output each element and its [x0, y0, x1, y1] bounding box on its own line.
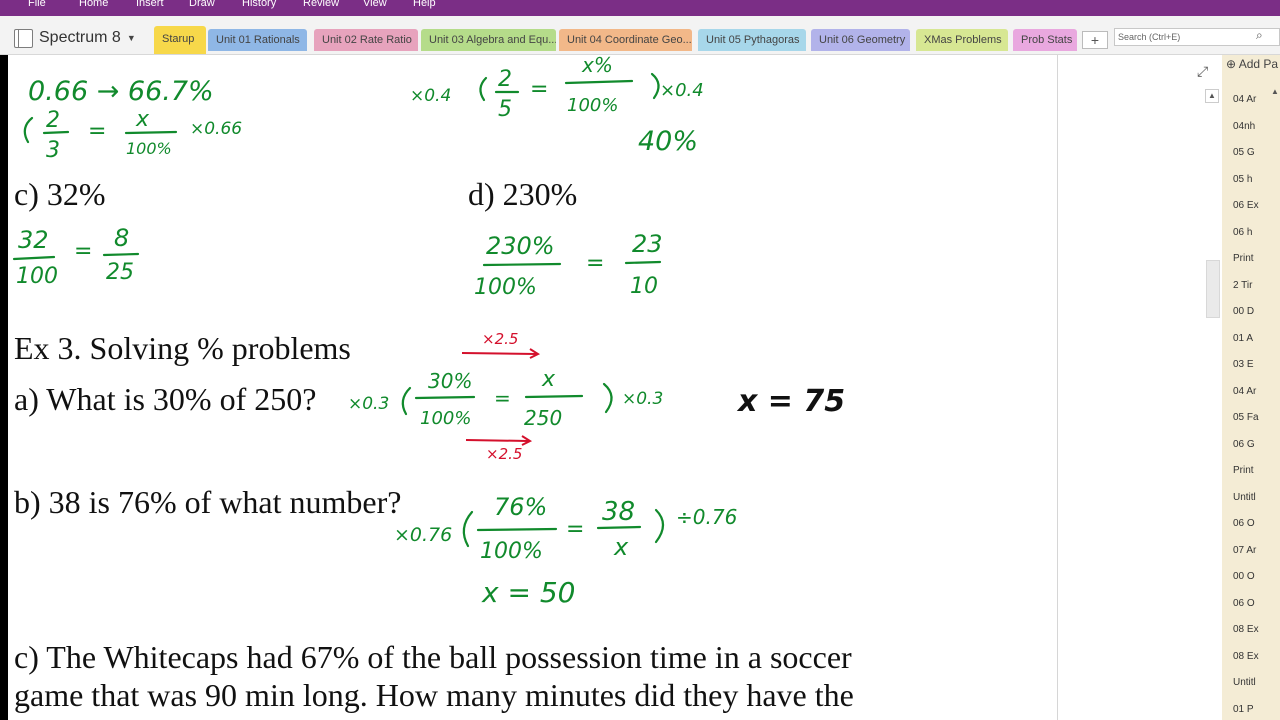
ink-fraction-bar — [524, 394, 584, 399]
page-item[interactable]: 01 P — [1233, 704, 1254, 715]
page-item[interactable]: 03 E — [1233, 359, 1254, 370]
ink-mult-03-right: ×0.3 — [622, 389, 663, 409]
ink-eq-3: = — [74, 239, 92, 264]
add-section-button[interactable]: + — [1082, 31, 1108, 49]
ink-fraction-bar — [124, 130, 178, 135]
ink-32: 32 — [18, 226, 49, 254]
expand-icon[interactable]: ⤢ — [1197, 63, 1208, 80]
ink-fraction-bar — [476, 527, 558, 532]
ink-8: 8 — [114, 224, 129, 252]
ink-frac-two: 2 — [46, 108, 60, 133]
ink-fraction-bar — [564, 79, 634, 85]
ink-red-mult-bottom: ×2.5 — [486, 445, 522, 463]
ink-answer-75: x = 75 — [736, 384, 845, 419]
ink-eq-2: = — [530, 77, 548, 102]
ink-arc — [462, 510, 474, 548]
page-item[interactable]: 06 h — [1233, 227, 1252, 238]
page-item[interactable]: 06 Ex — [1233, 200, 1259, 211]
ink-mult-04-left: ×0.4 — [410, 86, 451, 106]
ink-76-percent: 76% — [494, 493, 547, 521]
ink-arc — [479, 76, 488, 102]
page-item[interactable]: 01 A — [1233, 333, 1253, 344]
ink-frac-x: x — [135, 107, 150, 132]
page-item[interactable]: 07 Ar — [1233, 545, 1256, 556]
ink-38: 38 — [602, 497, 635, 527]
ink-frac-three: 3 — [46, 138, 60, 163]
page-item[interactable]: 06 G — [1233, 439, 1255, 450]
ink-fraction-bar — [482, 262, 562, 267]
page-item[interactable]: Print — [1233, 253, 1254, 264]
ink-fraction-bar — [12, 255, 56, 261]
ink-top-left-decimal: 0.66 → 66.7% — [28, 76, 214, 107]
ink-mult-076-left: ×0.76 — [394, 524, 452, 546]
ink-mult-03-left: ×0.3 — [348, 394, 389, 414]
ink-red-arrow — [461, 352, 537, 355]
ink-div-076: ÷0.76 — [676, 505, 737, 529]
page-item[interactable]: 08 Ex — [1233, 624, 1259, 635]
add-page-button[interactable]: ⊕ Add Pa — [1226, 57, 1278, 71]
ink-arc — [23, 116, 34, 144]
ink-250: 250 — [524, 406, 562, 430]
page-item[interactable]: 06 O — [1233, 518, 1255, 529]
ink-five: 5 — [498, 97, 512, 122]
ink-mult-04-right: ×0.4 — [660, 80, 704, 101]
ink-100-percent-b: 100% — [480, 539, 543, 564]
page-item[interactable]: 08 Ex — [1233, 651, 1259, 662]
page-item[interactable]: 2 Tir — [1233, 280, 1252, 291]
page-item[interactable]: Untitl — [1233, 677, 1256, 688]
ink-red-mult-top: ×2.5 — [482, 330, 518, 348]
plus-circle-icon: ⊕ — [1226, 57, 1237, 71]
page-item[interactable]: 05 Fa — [1233, 412, 1259, 423]
ink-fraction-bar — [414, 395, 476, 400]
ink-100-percent-d: 100% — [474, 275, 537, 300]
ink-fraction-bar — [624, 260, 662, 265]
ink-eq-6: = — [566, 517, 584, 542]
canvas-margin — [1058, 55, 1222, 720]
ink-40-percent: 40% — [638, 126, 698, 157]
ink-10: 10 — [630, 274, 658, 299]
ink-red-arrow — [465, 439, 529, 442]
search-icon[interactable]: ⌕ — [1256, 28, 1263, 43]
ink-25: 25 — [106, 260, 134, 285]
ink-fraction-bar — [596, 525, 642, 530]
page-item[interactable]: 04nh — [1233, 121, 1255, 132]
ink-eq-5: = — [494, 386, 511, 410]
ink-30-percent: 30% — [428, 369, 472, 393]
page-item[interactable]: 04 Ar — [1233, 386, 1256, 397]
page-item[interactable]: 05 G — [1233, 147, 1255, 158]
page-item[interactable]: 04 Ar — [1233, 94, 1256, 105]
page-item[interactable]: 00 D — [1233, 306, 1254, 317]
ink-arc — [401, 386, 412, 416]
ink-eq-1: = — [88, 119, 106, 144]
pages-scroll-up-icon[interactable]: ▲ — [1271, 87, 1280, 101]
add-page-label: Add Pa — [1238, 57, 1279, 71]
ink-100-percent-a: 100% — [420, 408, 471, 429]
ink-100: 100 — [16, 264, 58, 289]
ink-two: 2 — [498, 67, 512, 92]
ink-layer: 0.66 → 66.7% 2 3 x 100% ×0.66 = ×0.4 2 5… — [12, 53, 845, 609]
ink-eq-4: = — [586, 251, 604, 276]
page-item[interactable]: 06 O — [1233, 598, 1255, 609]
ink-arc — [602, 382, 613, 414]
ink-x-a: x — [541, 367, 556, 392]
page-item[interactable]: 00 O — [1233, 571, 1255, 582]
ink-x-percent: x% — [581, 53, 613, 77]
ink-100-percent: 100% — [567, 95, 618, 116]
ink-answer-50: x = 50 — [481, 576, 575, 609]
ink-230-percent: 230% — [486, 232, 555, 260]
scroll-up-button[interactable]: ▲ — [1205, 89, 1219, 103]
ink-x-b: x — [613, 533, 629, 561]
ink-23: 23 — [632, 230, 663, 258]
page-item[interactable]: 05 h — [1233, 174, 1252, 185]
scrollbar-thumb[interactable] — [1206, 260, 1220, 318]
ink-fraction-bar — [42, 130, 70, 135]
ink-frac-100: 100% — [126, 139, 172, 158]
page-item[interactable]: Print — [1233, 465, 1254, 476]
ink-mult-066: ×0.66 — [190, 119, 242, 139]
ink-arc — [654, 508, 665, 544]
page-item[interactable]: Untitl — [1233, 492, 1256, 503]
ink-fraction-bar — [102, 252, 140, 257]
ink-arc — [650, 72, 660, 100]
